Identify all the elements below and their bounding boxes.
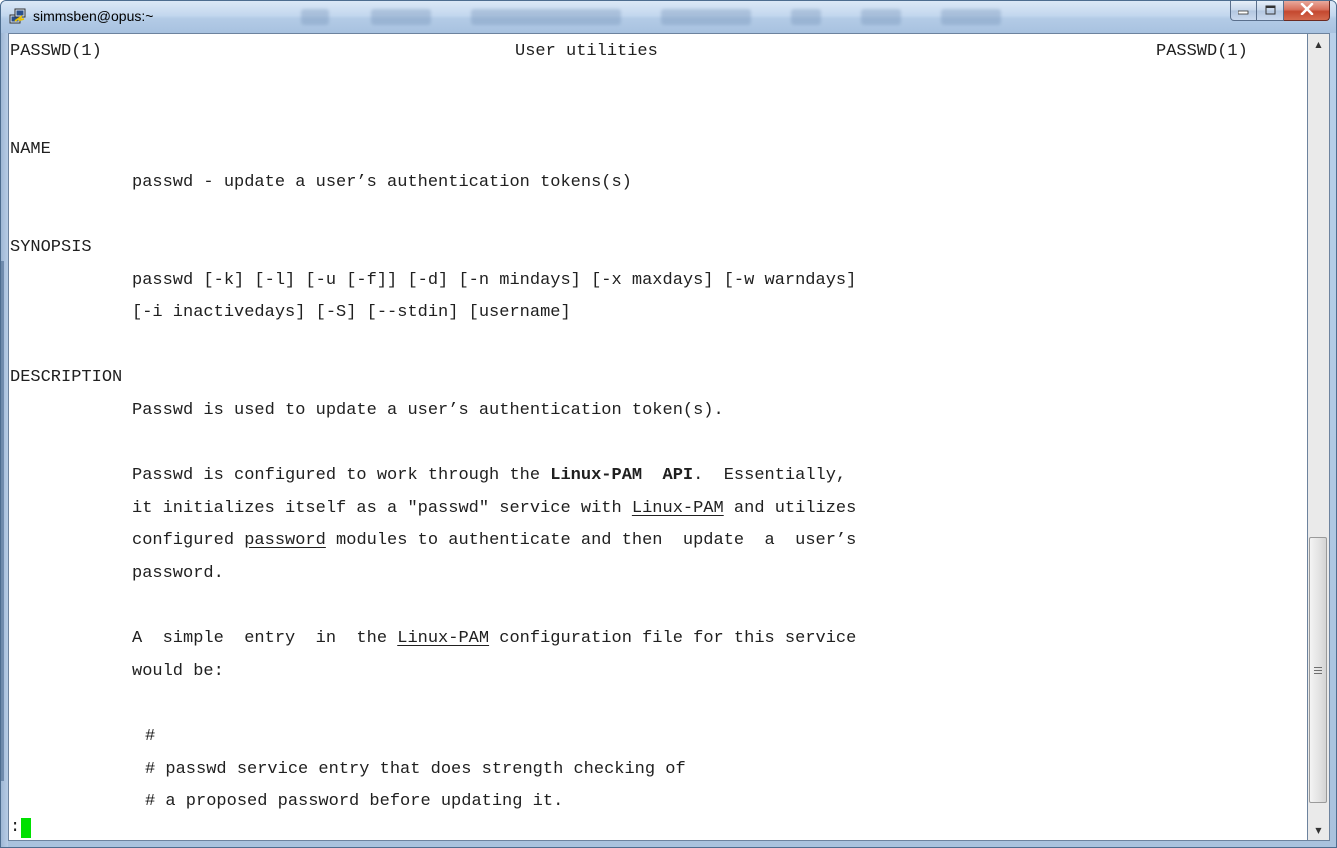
- description-p2-line-1: Passwd is configured to work through the…: [132, 465, 846, 487]
- text-run: configured: [132, 531, 245, 550]
- synopsis-line-2: [-i inactivedays] [-S] [--stdin] [userna…: [132, 303, 571, 322]
- description-p2-line-4: password.: [132, 564, 224, 583]
- description-p3-line-2: would be:: [132, 662, 224, 681]
- section-heading-synopsis: SYNOPSIS: [10, 238, 92, 257]
- text-run: it initializes itself as a "passwd" serv…: [132, 499, 632, 518]
- window-left-border-shadow: [1, 261, 4, 781]
- maximize-icon: [1265, 2, 1276, 20]
- close-icon: [1300, 2, 1314, 20]
- description-p3-line-1: A simple entry in the Linux-PAM configur…: [132, 628, 856, 650]
- text-run: Passwd is configured to work through the: [132, 466, 551, 485]
- description-p2-line-2: it initializes itself as a "passwd" serv…: [132, 498, 856, 520]
- terminal-area[interactable]: PASSWD(1) User utilities PASSWD(1) NAME …: [8, 33, 1308, 841]
- man-header-right: PASSWD(1): [1156, 42, 1248, 61]
- synopsis-line-1: passwd [-k] [-l] [-u [-f]] [-d] [-n mind…: [132, 271, 857, 290]
- code-comment-line-3: # a proposed password before updating it…: [145, 792, 564, 811]
- caption-buttons: [1230, 1, 1330, 21]
- text-run: modules to authenticate and then update …: [325, 531, 857, 550]
- minimize-button[interactable]: [1230, 1, 1257, 21]
- title-bar-background-reflection: [301, 6, 1081, 28]
- text-run: A simple entry in the: [132, 629, 398, 648]
- underlined-term-linux-pam: Linux-PAM: [397, 629, 490, 648]
- section-heading-name: NAME: [10, 140, 51, 159]
- minimize-icon: [1237, 2, 1249, 20]
- close-button[interactable]: [1284, 1, 1330, 21]
- scroll-down-arrow-icon: ▼: [1315, 825, 1322, 835]
- text-run: and utilizes: [723, 499, 857, 518]
- text-run: configuration file for this service: [489, 629, 857, 648]
- man-header-center: User utilities: [515, 42, 658, 61]
- pager-prompt-colon: :: [10, 818, 21, 837]
- code-comment-line-2: # passwd service entry that does strengt…: [145, 760, 686, 779]
- title-bar[interactable]: simmsben@opus:~: [1, 1, 1336, 33]
- vertical-scrollbar[interactable]: ▲ ▼: [1308, 33, 1330, 841]
- name-description: passwd - update a user’s authentication …: [132, 173, 632, 192]
- section-heading-description: DESCRIPTION: [10, 368, 123, 387]
- putty-window: simmsben@opus:~ PASSWD(1) User utilities…: [0, 0, 1337, 848]
- grip-icon: [1314, 665, 1322, 676]
- scroll-up-arrow-icon: ▲: [1315, 39, 1322, 49]
- window-title: simmsben@opus:~: [33, 8, 154, 24]
- maximize-button[interactable]: [1257, 1, 1284, 21]
- description-paragraph-1: Passwd is used to update a user’s authen…: [132, 401, 724, 420]
- scrollbar-thumb[interactable]: [1309, 537, 1327, 803]
- code-comment-line-1: #: [145, 727, 156, 746]
- pager-prompt[interactable]: :: [10, 817, 32, 839]
- terminal-cursor: [21, 818, 32, 838]
- scroll-down-button[interactable]: ▼: [1308, 820, 1329, 840]
- text-run: . Essentially,: [693, 466, 847, 485]
- man-header-left: PASSWD(1): [10, 42, 102, 61]
- underlined-term-linux-pam: Linux-PAM: [631, 499, 724, 518]
- bold-term-linux-pam-api: Linux-PAM API: [550, 466, 694, 485]
- scroll-up-button[interactable]: ▲: [1308, 34, 1329, 54]
- putty-icon[interactable]: [9, 8, 27, 26]
- description-p2-line-3: configured password modules to authentic…: [132, 530, 856, 552]
- underlined-term-password: password: [244, 531, 326, 550]
